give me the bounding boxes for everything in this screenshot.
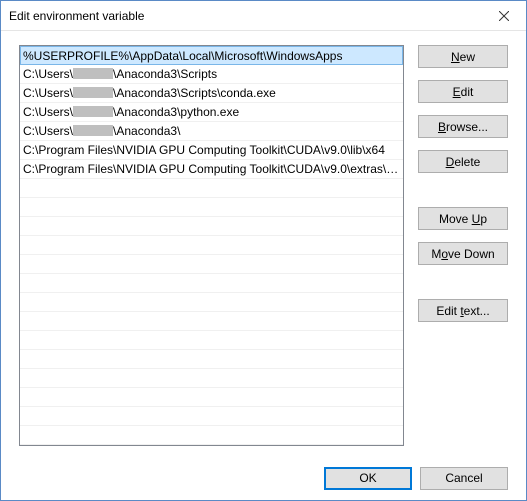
edit-env-var-dialog: Edit environment variable %USERPROFILE%\… bbox=[0, 0, 527, 501]
list-item[interactable] bbox=[20, 198, 403, 217]
cancel-button[interactable]: Cancel bbox=[420, 467, 508, 490]
list-item[interactable] bbox=[20, 312, 403, 331]
list-item[interactable] bbox=[20, 179, 403, 198]
list-item[interactable] bbox=[20, 369, 403, 388]
path-listbox[interactable]: %USERPROFILE%\AppData\Local\Microsoft\Wi… bbox=[19, 45, 404, 446]
edit-button[interactable]: Edit bbox=[418, 80, 508, 103]
list-item[interactable] bbox=[20, 331, 403, 350]
list-item[interactable] bbox=[20, 274, 403, 293]
ok-button[interactable]: OK bbox=[324, 467, 412, 490]
edit-text-button[interactable]: Edit text... bbox=[418, 299, 508, 322]
list-item[interactable]: C:\Program Files\NVIDIA GPU Computing To… bbox=[20, 141, 403, 160]
list-item[interactable] bbox=[20, 350, 403, 369]
redacted-segment bbox=[73, 68, 113, 79]
list-item[interactable]: %USERPROFILE%\AppData\Local\Microsoft\Wi… bbox=[20, 46, 403, 65]
titlebar: Edit environment variable bbox=[1, 1, 526, 31]
list-item[interactable] bbox=[20, 388, 403, 407]
list-item[interactable] bbox=[20, 426, 403, 445]
redacted-segment bbox=[73, 106, 113, 117]
side-buttons: New Edit Browse... Delete Move Up Move D… bbox=[418, 45, 508, 446]
redacted-segment bbox=[73, 125, 113, 136]
list-item[interactable] bbox=[20, 236, 403, 255]
list-item[interactable] bbox=[20, 293, 403, 312]
move-up-button[interactable]: Move Up bbox=[418, 207, 508, 230]
list-item[interactable]: C:\Users\\Anaconda3\python.exe bbox=[20, 103, 403, 122]
delete-button[interactable]: Delete bbox=[418, 150, 508, 173]
list-item[interactable]: C:\Program Files\NVIDIA GPU Computing To… bbox=[20, 160, 403, 179]
list-item[interactable]: C:\Users\\Anaconda3\Scripts\conda.exe bbox=[20, 84, 403, 103]
content-area: %USERPROFILE%\AppData\Local\Microsoft\Wi… bbox=[1, 31, 526, 456]
new-button[interactable]: New bbox=[418, 45, 508, 68]
close-icon bbox=[499, 11, 509, 21]
list-item[interactable]: C:\Users\\Anaconda3\ bbox=[20, 122, 403, 141]
browse-button[interactable]: Browse... bbox=[418, 115, 508, 138]
redacted-segment bbox=[73, 87, 113, 98]
move-down-button[interactable]: Move Down bbox=[418, 242, 508, 265]
list-item[interactable] bbox=[20, 407, 403, 426]
dialog-footer: OK Cancel bbox=[1, 456, 526, 500]
list-item[interactable] bbox=[20, 217, 403, 236]
window-title: Edit environment variable bbox=[9, 9, 481, 23]
close-button[interactable] bbox=[481, 1, 526, 30]
list-item[interactable] bbox=[20, 255, 403, 274]
list-item[interactable]: C:\Users\\Anaconda3\Scripts bbox=[20, 65, 403, 84]
